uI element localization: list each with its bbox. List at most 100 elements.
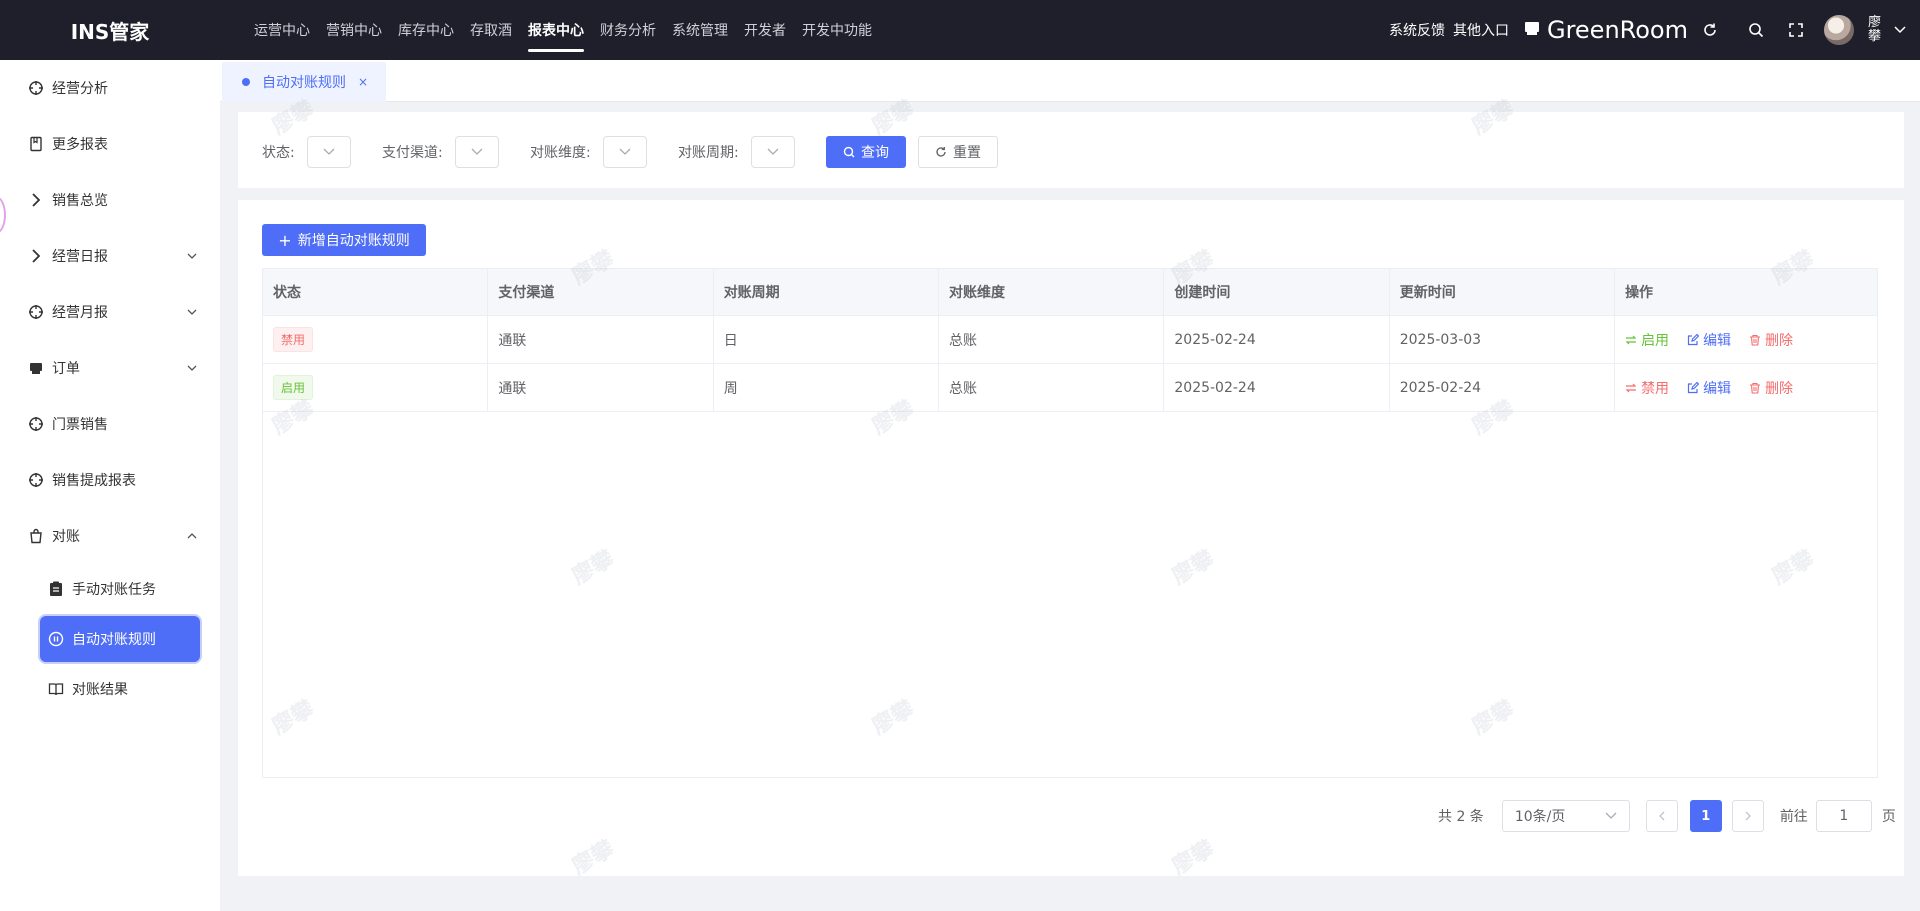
chevron-down-icon (186, 362, 198, 378)
page-number-1[interactable]: 1 (1689, 800, 1722, 832)
sidebar-item-sales-commission[interactable]: 销售提成报表 (0, 452, 220, 508)
rules-table: 状态 支付渠道 对账周期 对账维度 创建时间 更新时间 操作 禁用 通联 日 总… (262, 268, 1878, 778)
topnav-item-developer[interactable]: 开发者 (736, 0, 794, 60)
edit-action[interactable]: 编辑 (1687, 330, 1731, 350)
status-cell: 启用 (263, 364, 489, 411)
top-right-actions: 系统反馈 其他入口 GreenRoom 廖攀 (1381, 0, 1920, 60)
sidebar-item-label: 对账 (52, 529, 80, 545)
sidebar: 经营分析 更多报表 销售总览 经营日报 经营月报 订单 门票销售 销售提成报表 … (0, 60, 220, 911)
column-header-period: 对账周期 (714, 269, 940, 315)
sidebar-subitem-label: 自动对账规则 (72, 632, 156, 648)
sidebar-item-sales-overview[interactable]: 销售总览 (0, 172, 220, 228)
period-select[interactable] (750, 136, 795, 168)
sidebar-item-orders[interactable]: 订单 (0, 340, 220, 396)
sidebar-item-business-analysis[interactable]: 经营分析 (0, 60, 220, 116)
chevron-down-icon (619, 148, 631, 155)
disable-action[interactable]: 禁用 (1625, 378, 1669, 398)
book-icon (28, 136, 44, 152)
crosshair-icon (28, 304, 44, 320)
brand-logo[interactable]: INS管家 (0, 16, 220, 45)
page-size-select[interactable]: 10条/页 (1501, 800, 1630, 832)
period-filter: 对账周期: (678, 136, 795, 168)
sidebar-item-ticket-sales[interactable]: 门票销售 (0, 396, 220, 452)
column-header-dimension: 对账维度 (939, 269, 1165, 315)
topnav-item-reports[interactable]: 报表中心 (520, 0, 592, 60)
delete-action[interactable]: 删除 (1749, 378, 1793, 398)
close-icon[interactable]: × (358, 75, 368, 89)
edit-action-label: 编辑 (1703, 380, 1732, 397)
add-auto-rule-button[interactable]: + 新增自动对账规则 (262, 224, 426, 256)
column-header-created: 创建时间 (1164, 269, 1390, 315)
search-icon (843, 146, 855, 158)
sidebar-subitem-auto-reconciliation-rules[interactable]: 自动对账规则 (40, 616, 200, 662)
sidebar-subitem-manual-reconciliation[interactable]: 手动对账任务 (40, 566, 200, 612)
disable-action-label: 禁用 (1641, 380, 1670, 397)
prev-page-button[interactable] (1645, 800, 1678, 832)
reset-button[interactable]: 重置 (918, 136, 998, 168)
channel-filter: 支付渠道: (382, 136, 499, 168)
chevron-down-icon (471, 148, 483, 155)
created-cell: 2025-02-24 (1164, 364, 1390, 411)
topnav-item-marketing[interactable]: 营销中心 (318, 0, 390, 60)
sidebar-subitem-reconciliation-results[interactable]: 对账结果 (40, 666, 200, 712)
period-cell: 周 (714, 364, 940, 411)
user-avatar[interactable] (1824, 15, 1854, 45)
dimension-filter-label: 对账维度: (530, 145, 591, 161)
topnav-item-operations[interactable]: 运营中心 (246, 0, 318, 60)
chevron-right-icon (28, 248, 44, 264)
fullscreen-icon[interactable] (1786, 20, 1806, 40)
sidebar-item-label: 经营日报 (52, 249, 108, 265)
next-page-button[interactable] (1731, 800, 1764, 832)
switch-icon (1625, 334, 1637, 346)
store-switcher[interactable]: GreenRoom (1523, 16, 1688, 44)
channel-cell: 通联 (488, 364, 714, 411)
chevron-left-icon (1658, 811, 1665, 821)
delete-action[interactable]: 删除 (1749, 330, 1793, 350)
chevron-up-icon (186, 530, 198, 546)
store-name: GreenRoom (1546, 16, 1688, 44)
chevron-down-icon (323, 148, 335, 155)
tab-label: 自动对账规则 (262, 75, 346, 91)
topnav-item-inventory[interactable]: 库存中心 (390, 0, 462, 60)
dimension-select[interactable] (602, 136, 647, 168)
topnav-item-system[interactable]: 系统管理 (664, 0, 736, 60)
pause-circle-icon (48, 631, 64, 647)
tab-auto-reconciliation-rules[interactable]: 自动对账规则 × (222, 62, 386, 102)
sidebar-item-daily-report[interactable]: 经营日报 (0, 228, 220, 284)
topnav-item-wine-storage[interactable]: 存取酒 (462, 0, 520, 60)
channel-filter-label: 支付渠道: (382, 145, 443, 161)
refresh-icon (935, 146, 947, 158)
channel-select[interactable] (454, 136, 499, 168)
column-header-channel: 支付渠道 (488, 269, 714, 315)
topnav-item-dev-features[interactable]: 开发中功能 (794, 0, 880, 60)
query-button[interactable]: 查询 (826, 136, 906, 168)
sidebar-item-label: 经营月报 (52, 305, 108, 321)
status-select[interactable] (306, 136, 351, 168)
refresh-icon[interactable] (1700, 20, 1720, 40)
user-name[interactable]: 廖攀 (1868, 16, 1882, 44)
feedback-link[interactable]: 系统反馈 (1389, 20, 1445, 40)
search-icon[interactable] (1746, 20, 1766, 40)
goto-page-input[interactable]: 1 (1815, 800, 1872, 832)
rules-table-panel: + 新增自动对账规则 状态 支付渠道 对账周期 对账维度 创建时间 更新时间 操… (238, 200, 1904, 876)
actions-cell: 启用 编辑 删除 (1615, 316, 1877, 363)
other-entry-link[interactable]: 其他入口 (1453, 20, 1509, 40)
active-dot (242, 78, 250, 86)
sidebar-item-reconciliation[interactable]: 对账 (0, 508, 220, 564)
query-button-label: 查询 (861, 145, 889, 161)
sidebar-item-more-reports[interactable]: 更多报表 (0, 116, 220, 172)
plus-icon: + (278, 230, 292, 250)
crosshair-icon (28, 80, 44, 96)
bag-icon (28, 528, 44, 544)
table-header: 状态 支付渠道 对账周期 对账维度 创建时间 更新时间 操作 (263, 269, 1877, 316)
edit-action[interactable]: 编辑 (1687, 378, 1731, 398)
updated-cell: 2025-03-03 (1390, 316, 1616, 363)
chevron-down-icon[interactable] (1894, 22, 1906, 38)
enable-action-label: 启用 (1641, 332, 1670, 349)
sidebar-item-label: 销售提成报表 (52, 473, 136, 489)
chevron-down-icon (186, 306, 198, 322)
sidebar-item-monthly-report[interactable]: 经营月报 (0, 284, 220, 340)
topnav-item-finance[interactable]: 财务分析 (592, 0, 664, 60)
trash-icon (1749, 382, 1761, 394)
enable-action[interactable]: 启用 (1625, 330, 1669, 350)
